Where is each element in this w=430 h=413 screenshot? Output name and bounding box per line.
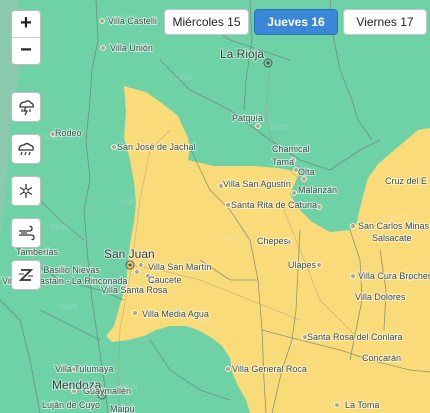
day-selector: Miércoles 15 Jueves 16 Viernes 17	[164, 9, 427, 35]
storm-button[interactable]	[11, 92, 41, 122]
label-rodeo: Rodeo	[55, 128, 82, 138]
zoom-control: + −	[11, 10, 41, 65]
zoom-out-button[interactable]: −	[12, 37, 40, 64]
label-concaran: Concarán	[362, 353, 401, 363]
wind-icon	[19, 225, 35, 241]
label-santa-rosa-del-conlara: Santa Rosa del Conlara	[307, 332, 403, 342]
label-san-jose-de-jachal: San José de Jachal	[117, 142, 196, 152]
label-la-toma: La Toma	[345, 400, 379, 410]
svg-text:SMN: SMN	[175, 73, 193, 82]
label-chepes: Chepes	[257, 236, 289, 246]
label-tama: Tama	[272, 157, 294, 167]
label-santa-rita-de-catuna: Santa Rita de Catuna	[231, 200, 317, 210]
label-villa-general-roca: Villa General Roca	[232, 364, 307, 374]
label-lujan-de-cuyo: Luján de Cuyo	[42, 400, 100, 410]
svg-text:SMN: SMN	[50, 223, 68, 232]
label-maipu: Maipú	[110, 404, 135, 413]
label-caucete: Caucete	[148, 275, 182, 285]
svg-text:SMN: SMN	[270, 123, 288, 132]
rain-button[interactable]	[11, 134, 41, 164]
tab-viernes-17[interactable]: Viernes 17	[343, 9, 427, 35]
label-olta: Olta	[298, 167, 315, 177]
label-ulapes: Ulapes	[288, 260, 317, 270]
label-villa-dolores: Villa Dolores	[355, 292, 406, 302]
svg-text:SMN: SMN	[288, 338, 306, 347]
zonda-button[interactable]	[11, 260, 41, 290]
label-chamical: Chamical	[272, 144, 310, 154]
svg-text:SMN: SMN	[120, 198, 138, 207]
label-villa-union: Villa Unión	[110, 43, 153, 53]
hazard-toolbar	[11, 92, 41, 302]
rain-icon	[18, 142, 34, 156]
label-villa-cura-brochero: Villa Cura Brochero	[358, 271, 430, 281]
label-villa-media-agua: Villa Media Agua	[142, 309, 209, 319]
svg-text:SMN: SMN	[220, 233, 238, 242]
label-cruz-del-eje: Cruz del E	[385, 176, 427, 186]
label-villa-castelli: Villa Castelli	[108, 16, 157, 26]
zoom-in-button[interactable]: +	[12, 11, 40, 37]
label-villa-tulumaya: Villa Tulumaya	[55, 364, 113, 374]
svg-text:SMN: SMN	[60, 303, 78, 312]
zonda-icon	[18, 269, 34, 281]
label-patquia: Patquía	[232, 113, 263, 123]
label-san-juan: San Juan	[104, 247, 155, 261]
label-villa-san-martin: Villa San Martín	[148, 262, 211, 272]
label-guaymallen: Guaymallén	[83, 386, 131, 396]
tab-jueves-16[interactable]: Jueves 16	[254, 9, 338, 35]
label-salsacate: Salsacate	[372, 233, 412, 243]
label-villa-santa-rosa: Villa Santa Rosa	[101, 285, 167, 295]
snow-button[interactable]	[11, 176, 41, 206]
label-malanzan: Malanzán	[298, 185, 337, 195]
wind-button[interactable]	[11, 218, 41, 248]
snow-icon	[19, 184, 33, 198]
label-la-rioja: La Rioja	[220, 47, 264, 61]
label-san-carlos-minas: San Carlos Minas	[358, 221, 430, 231]
alert-map[interactable]: SMN SMN SMN SMN SMN SMN SMN SMN SMN SMN SMN SM…	[0, 0, 430, 413]
tab-miercoles-15[interactable]: Miércoles 15	[164, 9, 249, 35]
svg-text:SMN: SMN	[196, 318, 214, 327]
label-villa-san-agustin: Villa San Agustín	[223, 179, 291, 189]
storm-icon	[19, 100, 34, 116]
